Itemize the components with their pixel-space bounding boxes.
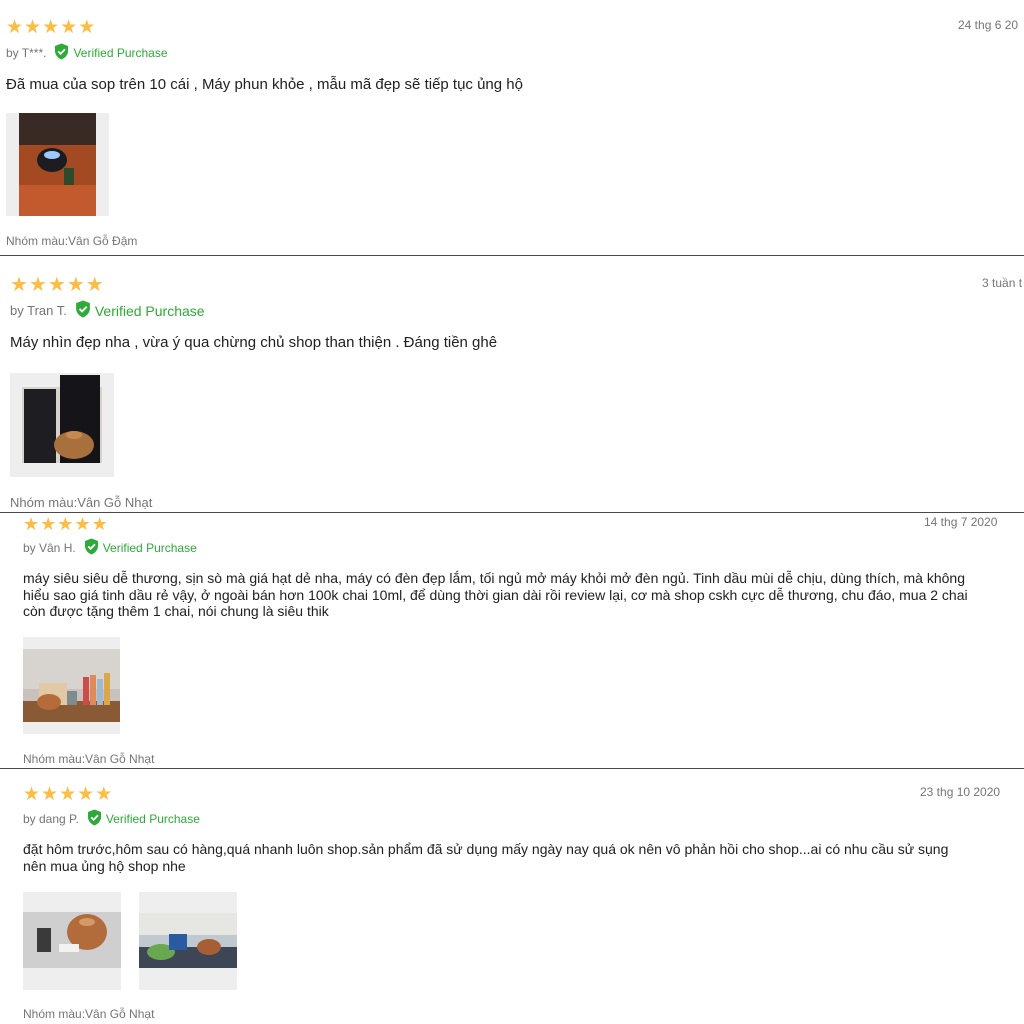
review-comment-line: nên mua ủng hộ shop nhe xyxy=(23,857,186,874)
star-icon: ★ xyxy=(60,17,78,38)
review-photo[interactable] xyxy=(10,373,114,477)
star-icon: ★ xyxy=(6,17,24,38)
review-comment-line: hiểu sao giá tinh dầu rẻ vậy, ở ngoài bá… xyxy=(23,586,968,603)
star-icon: ★ xyxy=(40,514,57,534)
review-comment: Máy nhìn đẹp nha , vừa ý qua chừng chủ s… xyxy=(10,334,498,352)
star-icon: ★ xyxy=(41,784,59,805)
star-icon: ★ xyxy=(23,514,40,534)
review-byline: by T***. Verified Purchase xyxy=(6,43,168,63)
star-icon: ★ xyxy=(85,274,104,296)
review-byline: by Vân H. Verified Purchase xyxy=(23,538,197,558)
rating-stars: ★ ★ ★ ★ ★ xyxy=(23,785,112,804)
star-icon: ★ xyxy=(23,784,41,805)
star-icon: ★ xyxy=(74,514,91,534)
review-date: 14 thg 7 2020 xyxy=(924,515,998,529)
review-comment-line: đặt hôm trước,hôm sau có hàng,quá nhanh … xyxy=(23,841,949,857)
star-icon: ★ xyxy=(10,274,28,296)
review-card: ★ ★ ★ ★ ★ 3 tuần t by Tran T. Verified P… xyxy=(0,256,1024,512)
review-byline: by dang P. Verified Purchase xyxy=(23,809,200,829)
review-comment-line: còn được tặng thêm 1 chai, nói chung là … xyxy=(23,603,329,619)
verified-purchase-label: Verified Purchase xyxy=(94,302,205,319)
review-variant: Nhóm màu:Vân Gỗ Nhạt xyxy=(10,495,153,510)
verified-purchase-badge: Verified Purchase xyxy=(75,300,205,321)
verified-shield-icon xyxy=(54,43,73,63)
verified-shield-icon xyxy=(87,809,106,829)
review-comment: đặt hôm trước,hôm sau có hàng,quá nhanh … xyxy=(23,841,948,874)
review-author: by dang P. xyxy=(23,812,79,826)
review-variant: Nhóm màu:Vân Gỗ Nhạt xyxy=(23,1007,155,1021)
review-author: by T***. xyxy=(6,46,47,60)
review-photo[interactable] xyxy=(6,113,109,216)
review-date: 3 tuần t xyxy=(982,276,1023,290)
review-card: ★ ★ ★ ★ ★ 24 thg 6 20 by T***. Verified … xyxy=(0,0,1024,255)
verified-purchase-badge: Verified Purchase xyxy=(84,538,197,558)
review-comment: Đã mua của sop trên 10 cái , Máy phun kh… xyxy=(6,76,523,94)
star-icon: ★ xyxy=(24,17,42,38)
review-photo[interactable] xyxy=(23,637,120,734)
star-icon: ★ xyxy=(59,784,77,805)
verified-shield-icon xyxy=(84,538,103,558)
review-card: ★ ★ ★ ★ ★ 23 thg 10 2020 by dang P. Veri… xyxy=(0,769,1024,1024)
rating-stars: ★ ★ ★ ★ ★ xyxy=(6,18,95,37)
review-date: 23 thg 10 2020 xyxy=(920,785,1001,799)
verified-purchase-badge: Verified Purchase xyxy=(54,43,168,63)
verified-shield-icon xyxy=(75,300,95,321)
star-icon: ★ xyxy=(91,514,108,534)
review-card: ★ ★ ★ ★ ★ 14 thg 7 2020 by Vân H. Verifi… xyxy=(0,513,1024,768)
review-comment-line: Đã mua của sop trên 10 cái , Máy phun kh… xyxy=(6,76,523,93)
review-byline: by Tran T. Verified Purchase xyxy=(10,300,205,321)
verified-purchase-label: Verified Purchase xyxy=(102,541,197,555)
star-icon: ★ xyxy=(47,274,66,296)
review-variant: Nhóm màu:Vân Gỗ Đậm xyxy=(6,234,138,248)
review-comment-line: Máy nhìn đẹp nha , vừa ý qua chừng chủ s… xyxy=(10,334,498,351)
rating-stars: ★ ★ ★ ★ ★ xyxy=(10,275,104,295)
star-icon: ★ xyxy=(78,17,96,38)
star-icon: ★ xyxy=(66,274,85,296)
star-icon: ★ xyxy=(42,17,60,38)
star-icon: ★ xyxy=(77,784,95,805)
review-author: by Vân H. xyxy=(23,541,76,555)
verified-purchase-badge: Verified Purchase xyxy=(87,809,200,829)
review-comment-line: máy siêu siêu dễ thương, sịn sò mà giá h… xyxy=(23,570,965,586)
star-icon: ★ xyxy=(95,784,113,805)
review-photo[interactable] xyxy=(23,892,121,990)
star-icon: ★ xyxy=(57,514,74,534)
review-date: 24 thg 6 20 xyxy=(958,18,1019,32)
review-variant: Nhóm màu:Vân Gỗ Nhạt xyxy=(23,752,155,766)
review-photo[interactable] xyxy=(139,892,237,990)
verified-purchase-label: Verified Purchase xyxy=(73,46,168,60)
review-author: by Tran T. xyxy=(10,303,67,318)
review-comment: máy siêu siêu dễ thương, sịn sò mà giá h… xyxy=(23,570,968,620)
star-icon: ★ xyxy=(28,274,47,296)
verified-purchase-label: Verified Purchase xyxy=(105,812,200,826)
rating-stars: ★ ★ ★ ★ ★ xyxy=(23,515,108,533)
